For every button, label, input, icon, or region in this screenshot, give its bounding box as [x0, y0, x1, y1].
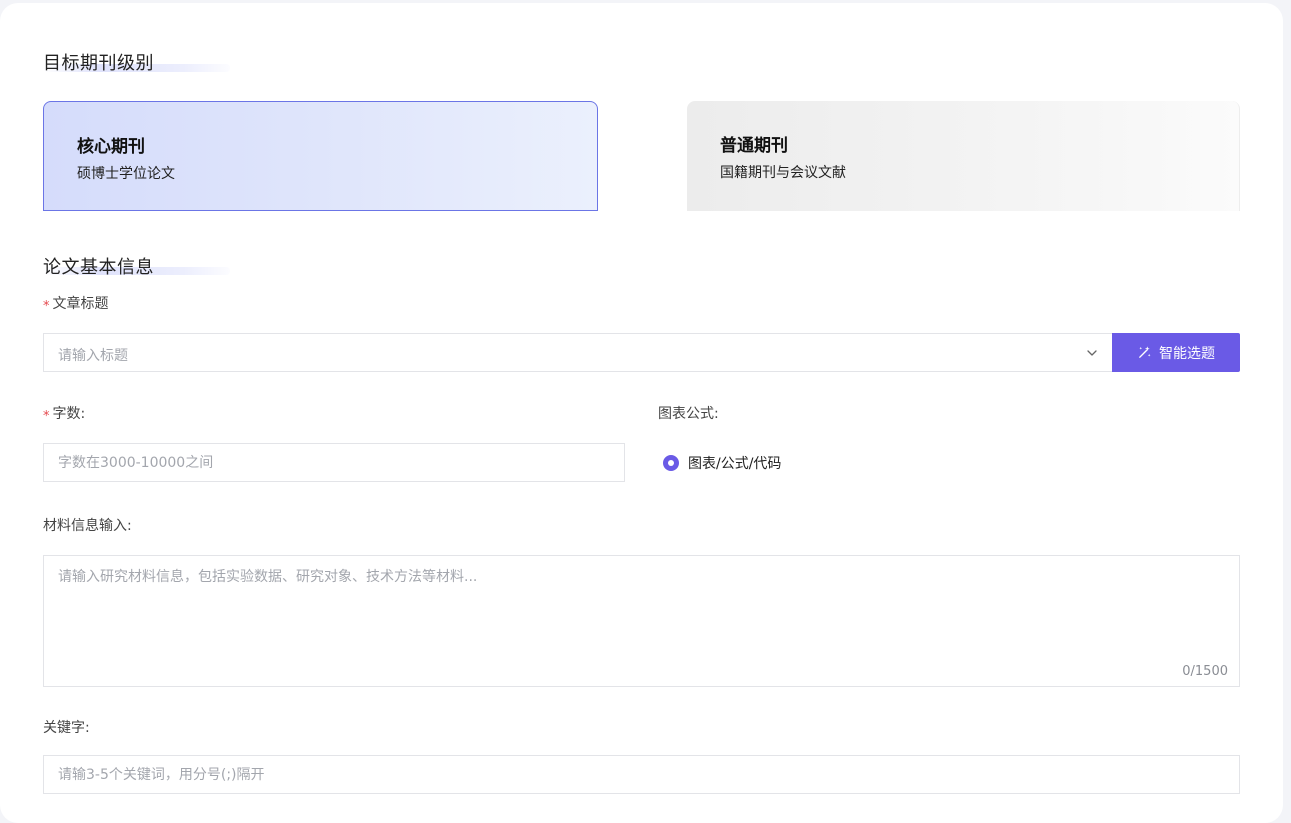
smart-topic-button-label: 智能选题: [1159, 345, 1215, 362]
journal-card-title: 核心期刊: [77, 137, 145, 157]
keywords-input[interactable]: [43, 755, 1240, 794]
magic-wand-icon: [1139, 346, 1151, 358]
journal-card-subtitle: 国籍期刊与会议文献: [720, 165, 846, 181]
required-mark: *: [43, 409, 50, 424]
material-textarea[interactable]: [44, 556, 1239, 686]
journal-card-normal[interactable]: 普通期刊 国籍期刊与会议文献: [687, 101, 1240, 211]
character-counter: 0/1500: [1182, 664, 1228, 679]
title-input[interactable]: 请输入标题: [43, 333, 1112, 372]
chevron-down-icon[interactable]: [1086, 347, 1098, 359]
title-field-label: * 文章标题: [43, 293, 109, 314]
radio-checked-icon[interactable]: [663, 455, 679, 471]
title-field-label-text: 文章标题: [52, 296, 109, 312]
journal-card-core[interactable]: 核心期刊 硕博士学位论文: [43, 101, 598, 211]
form-panel: 目标期刊级别 核心期刊 硕博士学位论文 普通期刊 国籍期刊与会议文献 论文基本信…: [0, 3, 1283, 823]
charts-formula-option[interactable]: 图表/公式/代码: [663, 453, 781, 473]
section-title-journal-level: 目标期刊级别: [43, 53, 154, 74]
charts-formula-option-label: 图表/公式/代码: [688, 456, 782, 472]
charts-formula-label: 图表公式:: [658, 406, 719, 422]
section-title-paper-info: 论文基本信息: [43, 257, 154, 278]
title-input-placeholder: 请输入标题: [58, 348, 128, 364]
journal-card-title: 普通期刊: [720, 136, 788, 156]
word-count-label-text: 字数:: [52, 406, 86, 422]
keywords-label: 关键字:: [43, 720, 90, 736]
word-count-input[interactable]: [43, 443, 625, 482]
journal-card-subtitle: 硕博士学位论文: [77, 166, 175, 182]
required-mark: *: [43, 299, 50, 314]
material-label: 材料信息输入:: [43, 518, 132, 534]
material-textarea-wrapper: 0/1500: [43, 555, 1240, 687]
word-count-label: * 字数:: [43, 403, 86, 424]
smart-topic-button[interactable]: 智能选题: [1112, 333, 1240, 372]
